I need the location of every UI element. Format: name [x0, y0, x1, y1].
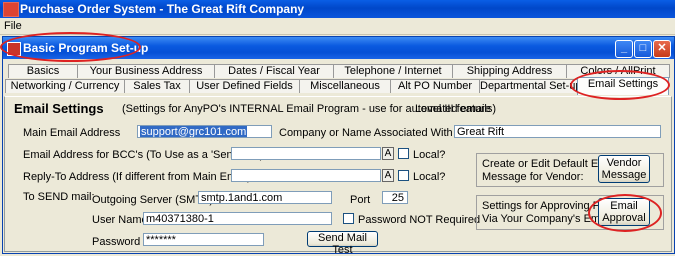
- company-field[interactable]: Great Rift: [454, 125, 661, 138]
- app-icon: [3, 2, 19, 17]
- password-label: Password: [92, 236, 141, 248]
- close-button[interactable]: ✕: [653, 40, 671, 58]
- email-settings-heading: Email Settings: [14, 101, 104, 116]
- password-not-required-checkbox[interactable]: [343, 213, 354, 224]
- vendor-button-line1: Vendor: [606, 157, 642, 169]
- level-note: Level III feature: [415, 103, 491, 115]
- vendor-message-button[interactable]: Vendor Message: [598, 155, 650, 183]
- tab-departmental[interactable]: Departmental Set-up: [479, 79, 578, 93]
- reply-local-label: Local?: [413, 171, 446, 183]
- password-not-required-label: Password NOT Required: [358, 214, 481, 226]
- bcc-label: Email Address for BCC's (To Use as a 'Se…: [23, 149, 264, 161]
- maximize-button[interactable]: □: [634, 40, 652, 58]
- send-mail-label: To SEND mail:: [23, 191, 95, 203]
- reply-local-checkbox[interactable]: [398, 170, 409, 181]
- tab-sales-tax[interactable]: Sales Tax: [124, 79, 190, 93]
- main-email-field[interactable]: support@grc101.com: [137, 125, 272, 138]
- send-mail-test-button[interactable]: Send Mail Test: [307, 231, 378, 256]
- tab-telephone[interactable]: Telephone / Internet: [333, 64, 453, 78]
- reply-to-label: Reply-To Address (If different from Main…: [23, 171, 251, 183]
- tab-miscellaneous[interactable]: Miscellaneous: [299, 79, 391, 93]
- user-name-field[interactable]: m40371380-1: [143, 212, 332, 225]
- vendor-text-2: Message for Vendor:: [482, 171, 584, 183]
- reply-address-button[interactable]: A: [382, 169, 394, 182]
- menu-bar: File: [0, 18, 675, 35]
- app-title-bar: Purchase Order System - The Great Rift C…: [0, 0, 675, 18]
- tab-user-fields[interactable]: User Defined Fields: [189, 79, 300, 93]
- company-label: Company or Name Associated With Email: [279, 127, 484, 139]
- bcc-address-button[interactable]: A: [382, 147, 394, 160]
- tab-shipping[interactable]: Shipping Address: [452, 64, 567, 78]
- main-email-value: support@grc101.com: [140, 126, 248, 138]
- smtp-label: Outgoing Server (SMTP): [92, 194, 214, 206]
- tab-business-address[interactable]: Your Business Address: [77, 64, 215, 78]
- highlight-circle-title: [0, 32, 141, 62]
- tab-basics[interactable]: Basics: [8, 64, 78, 78]
- bcc-local-checkbox[interactable]: [398, 148, 409, 159]
- tab-alt-po[interactable]: Alt PO Number: [390, 79, 480, 93]
- bcc-field[interactable]: [231, 147, 381, 160]
- smtp-field[interactable]: smtp.1and1.com: [198, 191, 332, 204]
- reply-to-field[interactable]: [231, 169, 381, 182]
- app-title: Purchase Order System - The Great Rift C…: [20, 2, 305, 16]
- bcc-local-label: Local?: [413, 149, 446, 161]
- password-field[interactable]: *******: [143, 233, 264, 246]
- user-name-label: User Name: [92, 214, 148, 226]
- vendor-button-line2: Message: [601, 169, 647, 181]
- highlight-circle-approval: [588, 194, 662, 232]
- menu-file[interactable]: File: [4, 20, 22, 32]
- main-email-label: Main Email Address: [23, 127, 121, 139]
- tab-dates[interactable]: Dates / Fiscal Year: [214, 64, 334, 78]
- minimize-button[interactable]: _: [615, 40, 633, 58]
- port-label: Port: [350, 194, 371, 206]
- port-field[interactable]: 25: [382, 191, 408, 204]
- highlight-circle-tab: [570, 70, 670, 100]
- tab-networking[interactable]: Networking / Currency: [5, 79, 125, 93]
